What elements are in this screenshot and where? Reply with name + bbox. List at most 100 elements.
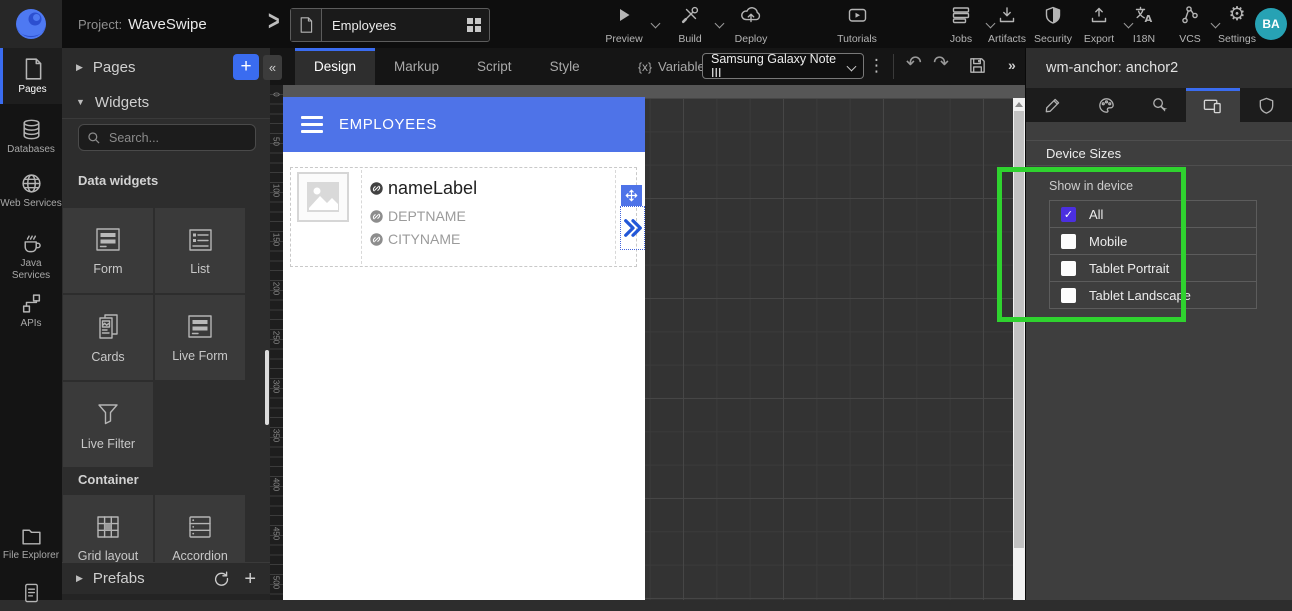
user-avatar[interactable]: BA [1255,8,1287,40]
breadcrumb-chevron-icon: > [268,6,280,38]
rail-label: Web Services [0,198,62,210]
list-item-widget[interactable]: nameLabel DEPTNAME CITYNAME [290,167,637,267]
save-button[interactable] [968,56,987,75]
hamburger-menu-icon[interactable] [301,123,323,126]
mobile-page-header[interactable]: EMPLOYEES [283,97,645,152]
preview-button[interactable]: Preview [600,5,648,45]
tile-label: Accordion [172,549,228,563]
preview-chevron-icon[interactable] [651,19,661,29]
mobile-page-preview[interactable]: EMPLOYEES nameLabel [283,97,645,600]
design-canvas[interactable]: EMPLOYEES nameLabel [283,85,1025,600]
collapse-panel-button[interactable]: « [263,55,282,80]
sidebar-item-file-explorer[interactable]: File Explorer [0,518,62,570]
widget-search[interactable] [78,124,256,151]
scrollbar-thumb[interactable] [1014,111,1024,548]
tab-design[interactable]: Design [295,48,375,85]
image-placeholder[interactable] [297,172,349,222]
tab-markup[interactable]: Markup [375,48,458,85]
anchor2-widget-selected[interactable] [620,206,645,250]
widgets-section-header[interactable]: ▼ Widgets [62,86,270,119]
sidebar-item-java-services[interactable]: Java Services [0,224,62,289]
build-button[interactable]: Build [668,5,712,45]
checkbox-mobile[interactable] [1061,234,1076,249]
rail-label: Pages [18,84,46,96]
build-tools-icon [680,5,700,25]
tab-script[interactable]: Script [458,48,531,85]
move-arrows-icon [624,188,639,203]
bind-link-icon [370,182,383,195]
device-option-label: Tablet Landscape [1089,288,1191,303]
canvas-scrollbar[interactable] [1013,98,1025,600]
cards-widget-icon [93,312,123,342]
redo-button[interactable]: ↷ [933,52,949,75]
live-filter-funnel-icon [93,399,123,429]
dept-label-widget[interactable]: DEPTNAME [370,208,615,224]
undo-button[interactable]: ↶ [906,52,922,75]
tab-events[interactable] [1133,88,1186,122]
tab-style[interactable]: Style [531,48,599,85]
palette-icon [1097,96,1116,115]
city-label-widget[interactable]: CITYNAME [370,231,615,247]
tab-security[interactable] [1240,88,1292,122]
widget-tile-live-filter[interactable]: Live Filter [63,382,153,467]
tab-styles[interactable] [1079,88,1132,122]
variables-icon: {x} [638,60,652,74]
checkbox-tablet-portrait[interactable] [1061,261,1076,276]
jobs-button[interactable]: Jobs [939,5,983,45]
add-page-button[interactable]: + [233,54,259,80]
picture-icon [305,180,341,214]
security-button[interactable]: Security [1031,5,1075,45]
build-chevron-icon[interactable] [715,19,725,29]
sidebar-item-apis[interactable]: APIs [0,284,62,338]
artifacts-button[interactable]: Artifacts [983,5,1031,45]
widget-tile-live-form[interactable]: Live Form [155,295,245,380]
device-option-all[interactable]: ✓ All [1049,200,1257,228]
more-options-icon[interactable]: ⋮ [868,55,885,77]
list-widget-icon [185,226,215,254]
device-option-tablet-landscape[interactable]: Tablet Landscape [1049,281,1257,309]
pages-section-header[interactable]: ▶ Pages + [62,48,270,87]
left-panel-scrollbar[interactable] [265,350,269,425]
prefabs-section-header[interactable]: ▶ Prefabs + [62,562,270,594]
expand-panel-button[interactable]: » [1008,57,1016,73]
name-label-widget[interactable]: nameLabel [370,178,615,199]
widget-move-handle[interactable] [621,185,642,206]
svg-text:A: A [1145,14,1153,25]
deploy-cloud-icon [740,5,762,25]
widget-tile-cards[interactable]: Cards [63,295,153,380]
checkbox-tablet-landscape[interactable] [1061,288,1076,303]
add-prefab-icon[interactable]: + [244,569,256,589]
vcs-button[interactable]: VCS [1170,5,1210,45]
ruler-mark: 250 [272,328,281,348]
device-option-mobile[interactable]: Mobile [1049,227,1257,255]
deploy-button[interactable]: Deploy [728,5,774,45]
sidebar-item-document[interactable] [0,576,62,611]
sidebar-item-databases[interactable]: Databases [0,110,62,164]
widget-tile-form[interactable]: Form [63,208,153,293]
settings-button[interactable]: ⚙ Settings [1215,5,1259,45]
artifacts-label: Artifacts [988,33,1026,45]
checkbox-all-checked[interactable]: ✓ [1061,207,1076,222]
tab-edit[interactable] [1026,88,1079,122]
scroll-up-arrow-icon[interactable] [1015,102,1023,107]
tile-label: Cards [91,350,124,364]
list-item-text-column[interactable]: nameLabel DEPTNAME CITYNAME [361,170,616,264]
device-sizes-section-header: Device Sizes [1026,140,1292,166]
sidebar-item-web-services[interactable]: Web Services [0,164,62,218]
i18n-button[interactable]: A I18N [1124,5,1164,45]
dashboard-grid-icon[interactable] [459,17,489,33]
search-input[interactable] [107,130,241,146]
wavemaker-logo[interactable] [0,0,62,48]
tutorials-button[interactable]: Tutorials [833,5,881,45]
device-select[interactable]: Samsung Galaxy Note III [702,53,864,79]
page-tab-employees[interactable]: Employees [290,8,490,42]
settings-label: Settings [1218,33,1256,45]
tab-device[interactable] [1186,88,1239,122]
refresh-icon[interactable] [213,570,230,587]
sidebar-item-pages[interactable]: Pages [0,48,62,104]
bind-link-icon [370,210,383,223]
device-option-tablet-portrait[interactable]: Tablet Portrait [1049,254,1257,282]
export-button[interactable]: Export [1077,5,1121,45]
play-icon [614,5,634,25]
widget-tile-list[interactable]: List [155,208,245,293]
